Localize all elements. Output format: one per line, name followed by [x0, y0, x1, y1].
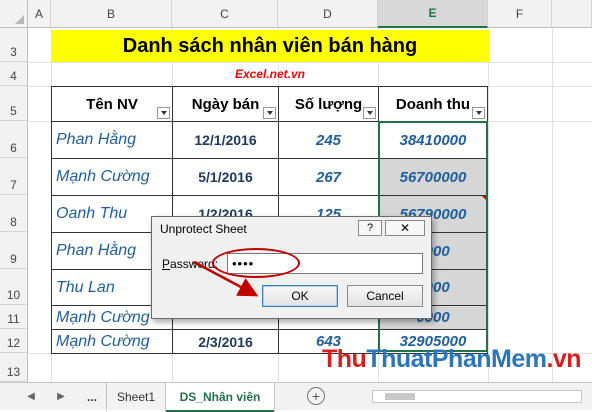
row-header-10[interactable]: 10	[0, 269, 28, 305]
row-header-9[interactable]: 9	[0, 232, 28, 269]
header-ngay-ban: Ngày bán	[172, 86, 279, 122]
filter-dropdown-icon[interactable]	[472, 107, 485, 119]
password-input[interactable]: ••••	[227, 253, 423, 274]
filter-dropdown-icon[interactable]	[157, 107, 170, 119]
col-header-f[interactable]: F	[488, 0, 552, 28]
cell-name[interactable]: Mạnh Cường	[51, 329, 173, 354]
password-label: Password:	[162, 257, 219, 271]
col-header-e[interactable]: E	[378, 0, 488, 28]
header-label: Doanh thu	[395, 95, 471, 113]
close-button[interactable]: ✕	[385, 220, 425, 236]
row-header-6[interactable]: 6	[0, 121, 28, 158]
sheet-title: Danh sách nhân viên bán hàng	[51, 30, 489, 62]
row-header-4[interactable]: 4	[0, 62, 28, 86]
cell-qty[interactable]: 267	[278, 158, 379, 196]
row-header-7[interactable]: 7	[0, 158, 28, 195]
header-so-luong: Số lượng	[278, 86, 379, 122]
cell-revenue[interactable]: 56700000	[378, 158, 488, 196]
cell-date[interactable]: 2/3/2016	[172, 329, 279, 354]
ok-button[interactable]: OK	[262, 285, 338, 307]
scrollbar-thumb[interactable]	[385, 393, 415, 400]
scroll-tabs-left-icon[interactable]: ◀	[24, 389, 38, 403]
cancel-button[interactable]: Cancel	[347, 285, 423, 307]
col-header-b[interactable]: B	[51, 0, 172, 28]
horizontal-scrollbar[interactable]	[372, 390, 582, 403]
scroll-tabs-right-icon[interactable]: ▶	[54, 389, 68, 403]
sheet-subtitle: Excel.net.vn	[234, 67, 306, 81]
cell-revenue[interactable]: 38410000	[378, 121, 488, 159]
col-header-a[interactable]: A	[28, 0, 51, 28]
row-header-12[interactable]: 12	[0, 329, 28, 353]
header-label: Tên NV	[86, 95, 138, 113]
dialog-title: Unprotect Sheet	[160, 222, 247, 236]
col-header-d[interactable]: D	[278, 0, 378, 28]
col-header-g[interactable]	[552, 0, 592, 28]
row-header-3[interactable]: 3	[0, 28, 28, 62]
row-header-8[interactable]: 8	[0, 195, 28, 232]
tab-ds-nhan-vien[interactable]: DS_Nhân viên	[166, 383, 274, 412]
cell-date[interactable]: 5/1/2016	[172, 158, 279, 196]
header-label: Ngày bán	[191, 95, 260, 113]
spreadsheet: A B C D E F 3 4 5 6 7 8 9 10 11 12 13 Da…	[0, 0, 592, 412]
add-sheet-icon[interactable]: +	[307, 387, 325, 405]
tabs-more[interactable]: ...	[78, 383, 106, 410]
row-header-13[interactable]: 13	[0, 353, 28, 382]
header-ten-nv: Tên NV	[51, 86, 173, 122]
row-header-5[interactable]: 5	[0, 86, 28, 121]
watermark-part1: Thu	[322, 345, 367, 373]
row-header-11[interactable]: 11	[0, 305, 28, 329]
tab-sheet1[interactable]: Sheet1	[106, 383, 165, 410]
watermark: ThuThuatPhanMem.vn	[322, 345, 582, 374]
header-doanh-thu: Doanh thu	[378, 86, 488, 122]
cell-qty[interactable]: 245	[278, 121, 379, 159]
select-all-corner[interactable]	[0, 0, 28, 28]
cell-name[interactable]: Phan Hằng	[51, 121, 173, 159]
filter-dropdown-icon[interactable]	[263, 107, 276, 119]
header-label: Số lượng	[294, 95, 363, 113]
unprotect-sheet-dialog: Unprotect Sheet ? ✕ Password: •••• OK Ca…	[151, 216, 432, 319]
comment-indicator-icon	[482, 196, 487, 201]
cell-name[interactable]: Mạnh Cường	[51, 158, 173, 196]
cell-date[interactable]: 12/1/2016	[172, 121, 279, 159]
watermark-part3: .vn	[546, 345, 582, 373]
help-button[interactable]: ?	[358, 220, 382, 236]
filter-dropdown-icon[interactable]	[363, 107, 376, 119]
sheet-tab-bar: ◀ ▶ ... Sheet1 DS_Nhân viên +	[0, 382, 592, 412]
col-header-c[interactable]: C	[172, 0, 278, 28]
watermark-part2: ThuatPhanMem	[366, 345, 547, 373]
